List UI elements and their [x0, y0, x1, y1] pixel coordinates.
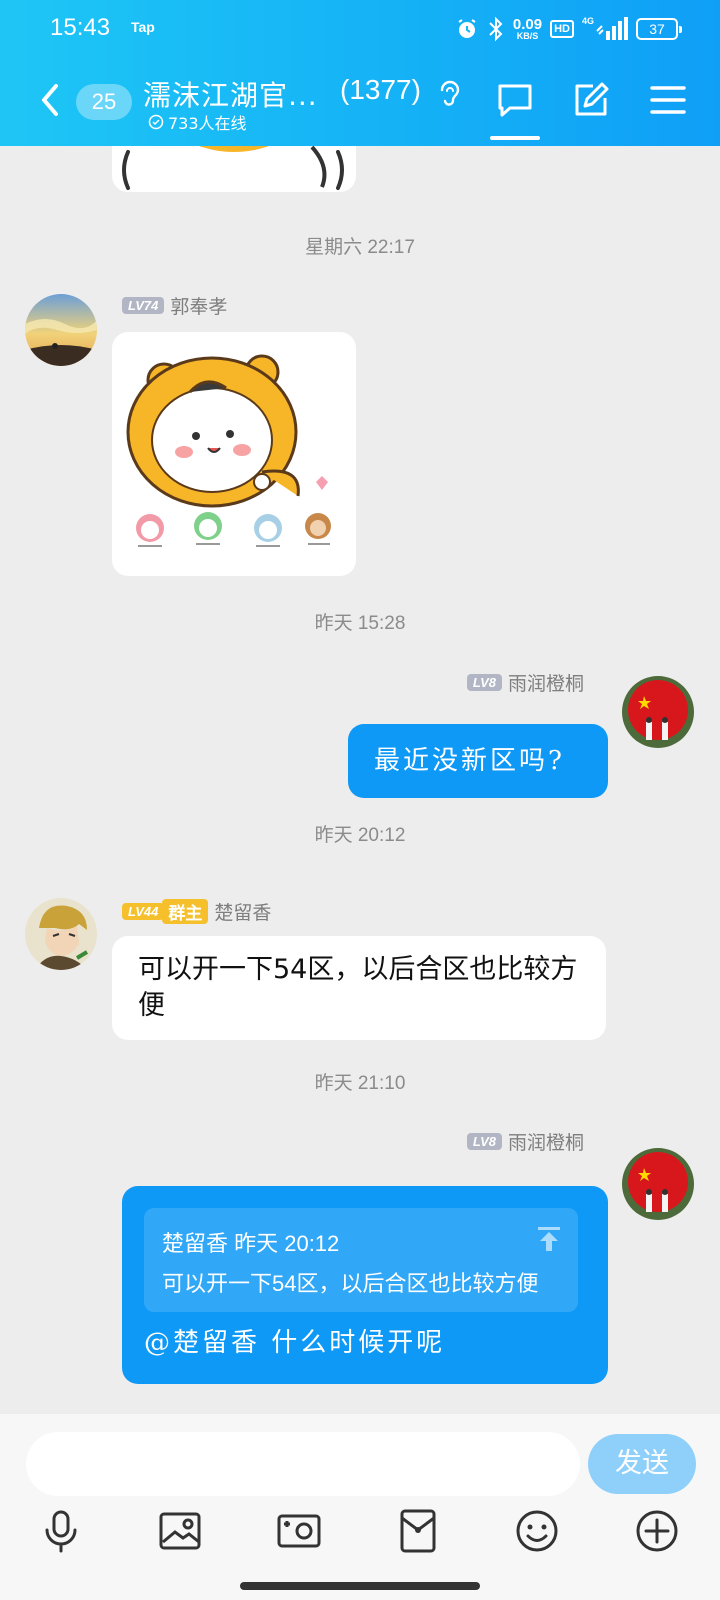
message-bubble-reply[interactable]: 楚留香 昨天 20:12 可以开一下54区，以后合区也比较方便 @楚留香 什么时…	[122, 1186, 608, 1384]
sender-name: LV8 雨润橙桐	[466, 669, 584, 696]
chat-bubble-icon[interactable]	[495, 80, 535, 120]
home-indicator[interactable]	[240, 1582, 480, 1590]
back-arrow-icon[interactable]	[36, 82, 66, 118]
level-badge: LV44	[122, 903, 165, 920]
sticker-image	[122, 146, 344, 190]
avatar[interactable]	[622, 676, 694, 748]
status-time: 15:43	[50, 14, 111, 41]
group-name[interactable]: 濡沫江湖官...	[143, 74, 318, 114]
level-badge: LV74	[122, 297, 165, 314]
bear-sticker-image	[126, 354, 331, 547]
message-timestamp: 昨天 20:12	[314, 825, 406, 846]
message-sticker-partial[interactable]	[112, 146, 356, 192]
message-list[interactable]: 星期六 22:17 LV74 郭奉孝 昨天 15:28 LV8 雨润橙桐 最近没…	[0, 146, 720, 1414]
sender-name: LV8 雨润橙桐	[466, 1128, 584, 1155]
alarm-icon	[458, 19, 476, 38]
app-tag: Tap	[131, 19, 155, 35]
camera-icon[interactable]	[274, 1506, 324, 1556]
message-text: 最近没新区吗?	[374, 746, 565, 776]
message-sticker[interactable]	[112, 332, 356, 576]
microphone-icon[interactable]	[36, 1506, 86, 1556]
member-count[interactable]: (1377)	[340, 74, 421, 106]
ear-icon[interactable]	[436, 78, 462, 108]
chat-header: 15:43 Tap 0.09 KB/S HD 4G 37 25 濡沫江湖官...…	[0, 0, 720, 146]
message-timestamp: 昨天 15:28	[314, 613, 406, 634]
level-badge: LV8	[466, 1133, 502, 1150]
red-packet-icon[interactable]	[393, 1506, 443, 1556]
online-count: 733人在线	[148, 110, 247, 134]
message-text: @楚留香 什么时候开呢	[144, 1328, 446, 1358]
signal-icon	[596, 17, 628, 40]
input-area: 发送	[0, 1414, 720, 1600]
menu-icon[interactable]	[648, 80, 688, 120]
status-icons: 0.09 KB/S HD 4G 37	[455, 14, 682, 44]
jump-to-quote-icon[interactable]	[534, 1224, 564, 1254]
sender-name: LV74 郭奉孝	[122, 292, 227, 319]
net-speed: 0.09 KB/S	[512, 16, 543, 41]
check-circle-icon	[148, 114, 164, 130]
unread-count-badge[interactable]: 25	[76, 84, 132, 120]
send-button[interactable]: 发送	[588, 1434, 696, 1494]
title-bar: 25 濡沫江湖官... (1377) 733人在线	[0, 66, 720, 146]
level-badge: LV8	[466, 674, 502, 691]
message-bubble-incoming[interactable]: 可以开一下54区，以后合区也比较方便	[112, 936, 606, 1040]
quote-header: 楚留香 昨天 20:12	[162, 1231, 340, 1256]
quoted-message[interactable]: 楚留香 昨天 20:12 可以开一下54区，以后合区也比较方便	[144, 1208, 578, 1312]
message-timestamp: 星期六 22:17	[305, 237, 415, 258]
signal-label: 4G	[581, 16, 594, 26]
group-owner-badge: 群主	[162, 899, 209, 924]
avatar[interactable]	[25, 294, 97, 366]
status-bar: 15:43 Tap 0.09 KB/S HD 4G 37	[0, 0, 720, 60]
hd-badge: HD	[550, 20, 574, 38]
avatar[interactable]	[25, 898, 97, 970]
photo-icon[interactable]	[155, 1506, 205, 1556]
message-timestamp: 昨天 21:10	[314, 1073, 406, 1094]
emoji-icon[interactable]	[512, 1506, 562, 1556]
message-text: 可以开一下54区，以后合区也比较方便	[138, 954, 578, 1021]
message-bubble-outgoing[interactable]: 最近没新区吗?	[348, 724, 608, 798]
bluetooth-icon	[489, 16, 503, 42]
edit-note-icon[interactable]	[571, 80, 611, 120]
sender-name: LV44 群主 楚留香	[122, 898, 271, 925]
quote-text: 可以开一下54区，以后合区也比较方便	[162, 1271, 539, 1296]
message-input[interactable]	[26, 1432, 580, 1496]
tab-underline	[490, 136, 540, 140]
plus-icon[interactable]	[632, 1506, 682, 1556]
avatar[interactable]	[622, 1148, 694, 1220]
battery-indicator: 37	[636, 18, 682, 40]
